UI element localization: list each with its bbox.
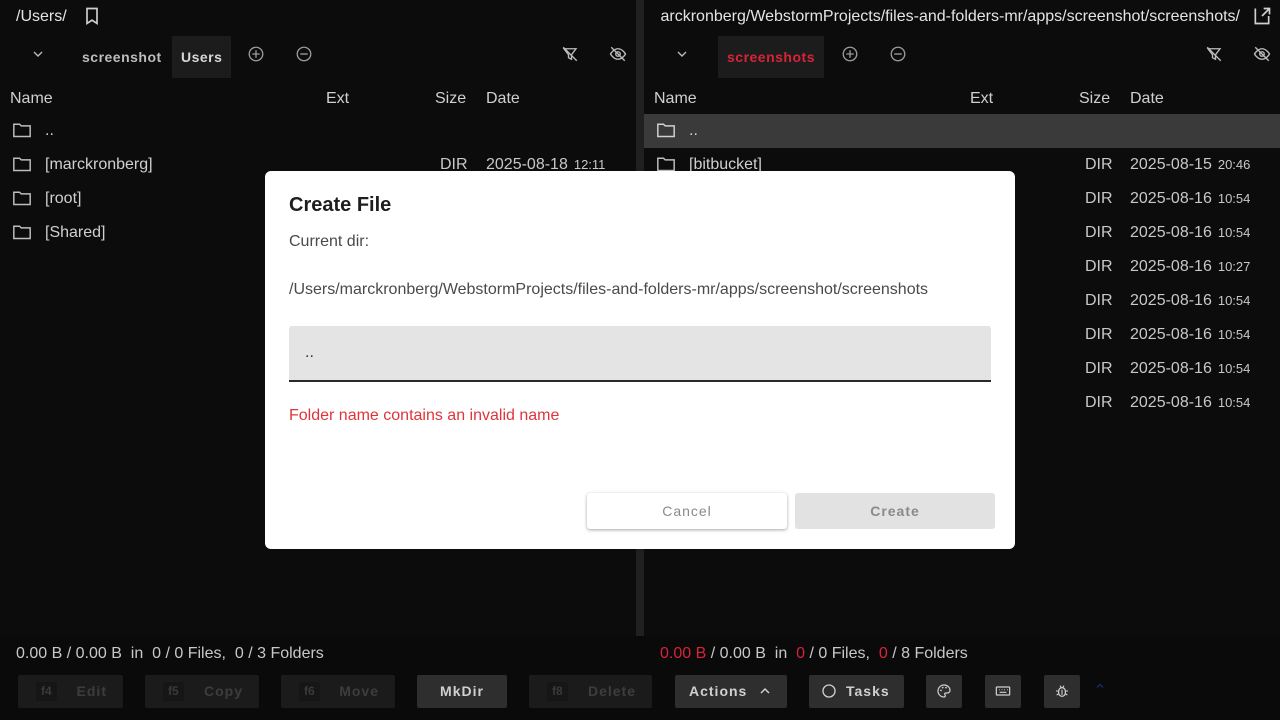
create-button[interactable]: Create [795,493,995,529]
current-dir-label: Current dir: [289,233,370,250]
create-file-dialog: Create File Current dir: /Users/marckron… [265,171,1015,549]
file-name-input[interactable] [289,326,991,382]
cancel-button[interactable]: Cancel [587,493,787,529]
current-dir-path: /Users/marckronberg/WebstormProjects/fil… [289,281,929,298]
dialog-title: Create File [289,194,392,216]
error-message: Folder name contains an invalid name [289,407,560,424]
